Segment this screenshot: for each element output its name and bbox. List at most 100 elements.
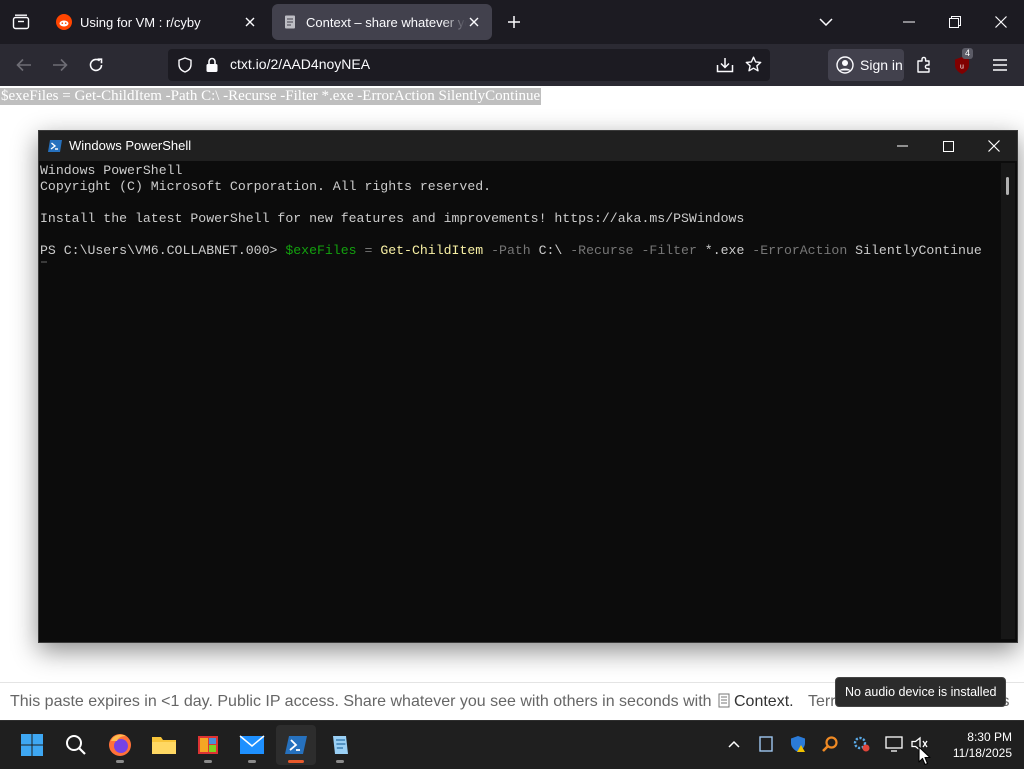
tab-reddit[interactable]: Using for VM : r/cyby bbox=[46, 4, 268, 40]
account-icon bbox=[836, 56, 854, 74]
console-line: Windows PowerShell bbox=[40, 163, 183, 178]
chevron-down-icon bbox=[819, 18, 833, 26]
document-icon bbox=[285, 15, 295, 29]
context-link[interactable]: Context. bbox=[718, 693, 794, 711]
start-button[interactable] bbox=[12, 725, 52, 765]
taskbar-file-explorer[interactable] bbox=[144, 725, 184, 765]
running-indicator bbox=[336, 760, 344, 763]
plus-icon bbox=[508, 16, 520, 28]
forward-button[interactable] bbox=[45, 50, 75, 80]
url-text: ctxt.io/2/AAD4noyNEA bbox=[230, 56, 371, 72]
close-tab-icon[interactable] bbox=[242, 14, 258, 30]
new-tab-button[interactable] bbox=[500, 8, 528, 36]
active-indicator bbox=[288, 760, 304, 763]
powershell-window[interactable]: Windows PowerShell Windows PowerShell Co… bbox=[38, 130, 1018, 643]
tray-security[interactable] bbox=[787, 733, 809, 755]
taskbar-notepad[interactable] bbox=[320, 725, 360, 765]
back-button[interactable] bbox=[9, 50, 39, 80]
tray-search-app[interactable] bbox=[819, 733, 841, 755]
powershell-title-bar[interactable]: Windows PowerShell bbox=[39, 131, 1017, 161]
arrow-right-icon bbox=[53, 58, 68, 72]
powershell-console[interactable]: Windows PowerShell Copyright (C) Microso… bbox=[39, 163, 999, 639]
browser-tab-bar: Using for VM : r/cyby Context – share wh… bbox=[0, 0, 1024, 44]
prompt-value-filter: *.exe bbox=[696, 243, 745, 258]
restore-button[interactable] bbox=[932, 0, 978, 44]
tab-title: Using for VM : r/cyby bbox=[80, 14, 201, 30]
running-indicator bbox=[248, 760, 256, 763]
audio-tooltip: No audio device is installed bbox=[835, 677, 1007, 707]
bookmark-star-icon[interactable] bbox=[745, 56, 762, 73]
close-icon bbox=[988, 140, 1000, 152]
prompt-path: PS C:\Users\VM6.COLLABNET.000> bbox=[40, 243, 286, 258]
list-all-tabs-button[interactable] bbox=[803, 0, 849, 44]
puzzle-icon bbox=[917, 56, 930, 73]
ps-maximize-button[interactable] bbox=[925, 131, 971, 161]
taskbar: 8:30 PM 11/18/2025 bbox=[0, 720, 1024, 769]
console-line: Install the latest PowerShell for new fe… bbox=[40, 211, 745, 226]
prompt-value-erroraction: SilentlyContinue bbox=[847, 243, 982, 258]
close-tab-icon[interactable] bbox=[466, 14, 482, 30]
tab-title: Context – share whatever you s bbox=[306, 14, 466, 30]
ps-close-button[interactable] bbox=[971, 131, 1017, 161]
address-bar[interactable]: ctxt.io/2/AAD4noyNEA bbox=[168, 49, 770, 81]
app-icon bbox=[198, 736, 218, 754]
ublock-extension-button[interactable]: u 4 bbox=[947, 48, 977, 80]
sign-in-label: Sign in bbox=[860, 57, 903, 73]
prompt-variable: $exeFiles bbox=[285, 243, 357, 258]
prompt-operator: = bbox=[356, 243, 381, 258]
network-icon bbox=[885, 736, 903, 752]
reddit-icon bbox=[56, 14, 72, 30]
show-hidden-icons-button[interactable] bbox=[723, 733, 745, 755]
scrollbar-thumb[interactable] bbox=[1006, 177, 1009, 195]
lock-icon[interactable] bbox=[205, 57, 219, 73]
chevron-up-icon bbox=[728, 740, 740, 748]
prompt-cmdlet: Get-ChildItem bbox=[380, 243, 484, 258]
tab-list-button[interactable] bbox=[0, 0, 42, 44]
download-page-icon[interactable] bbox=[716, 57, 734, 73]
console-scrollbar[interactable] bbox=[1001, 163, 1015, 639]
search-icon bbox=[66, 735, 86, 755]
maximize-icon bbox=[942, 140, 954, 152]
clock-time: 8:30 PM bbox=[967, 730, 1012, 744]
selected-command-text[interactable]: $exeFiles = Get-ChildItem -Path C:\ -Rec… bbox=[0, 88, 542, 105]
document-icon bbox=[718, 693, 730, 708]
taskbar-search-button[interactable] bbox=[56, 725, 96, 765]
context-link-label: Context bbox=[734, 693, 790, 710]
gear-icon bbox=[853, 736, 870, 752]
close-window-button[interactable] bbox=[978, 0, 1024, 44]
taskbar-powershell[interactable] bbox=[276, 725, 316, 765]
prompt-param-filter: -Filter bbox=[633, 243, 697, 258]
taskbar-app[interactable] bbox=[188, 725, 228, 765]
app-menu-button[interactable] bbox=[985, 50, 1015, 80]
shield-icon[interactable] bbox=[177, 57, 193, 73]
minimize-icon bbox=[903, 21, 915, 23]
prompt-param-path: -Path bbox=[483, 243, 531, 258]
extension-badge: 4 bbox=[962, 48, 974, 59]
prompt-param-erroraction: -ErrorAction bbox=[744, 243, 848, 258]
tablet-icon bbox=[759, 736, 773, 752]
tab-context[interactable]: Context – share whatever you s bbox=[272, 4, 492, 40]
sign-in-button[interactable]: Sign in bbox=[828, 49, 904, 81]
running-indicator bbox=[116, 760, 124, 763]
magnifier-icon bbox=[822, 736, 838, 752]
restore-icon bbox=[949, 16, 961, 28]
extensions-button[interactable] bbox=[909, 50, 939, 80]
mail-icon bbox=[239, 735, 265, 754]
tray-app-1[interactable] bbox=[755, 733, 777, 755]
tray-network[interactable] bbox=[883, 733, 905, 755]
terms-link[interactable]: Terr bbox=[808, 693, 836, 711]
taskbar-mail[interactable] bbox=[232, 725, 272, 765]
reload-icon bbox=[89, 58, 103, 72]
system-clock[interactable]: 8:30 PM 11/18/2025 bbox=[936, 729, 1012, 761]
ps-minimize-button[interactable] bbox=[879, 131, 925, 161]
prompt-value-path: C:\ bbox=[530, 243, 563, 258]
powershell-icon bbox=[48, 140, 62, 152]
tray-settings-app[interactable] bbox=[851, 733, 873, 755]
powershell-title: Windows PowerShell bbox=[69, 138, 192, 153]
taskbar-firefox[interactable] bbox=[100, 725, 140, 765]
clock-date: 11/18/2025 bbox=[952, 746, 1012, 760]
reload-button[interactable] bbox=[81, 50, 111, 80]
minimize-button[interactable] bbox=[886, 0, 932, 44]
running-indicator bbox=[204, 760, 212, 763]
close-icon bbox=[995, 16, 1007, 28]
